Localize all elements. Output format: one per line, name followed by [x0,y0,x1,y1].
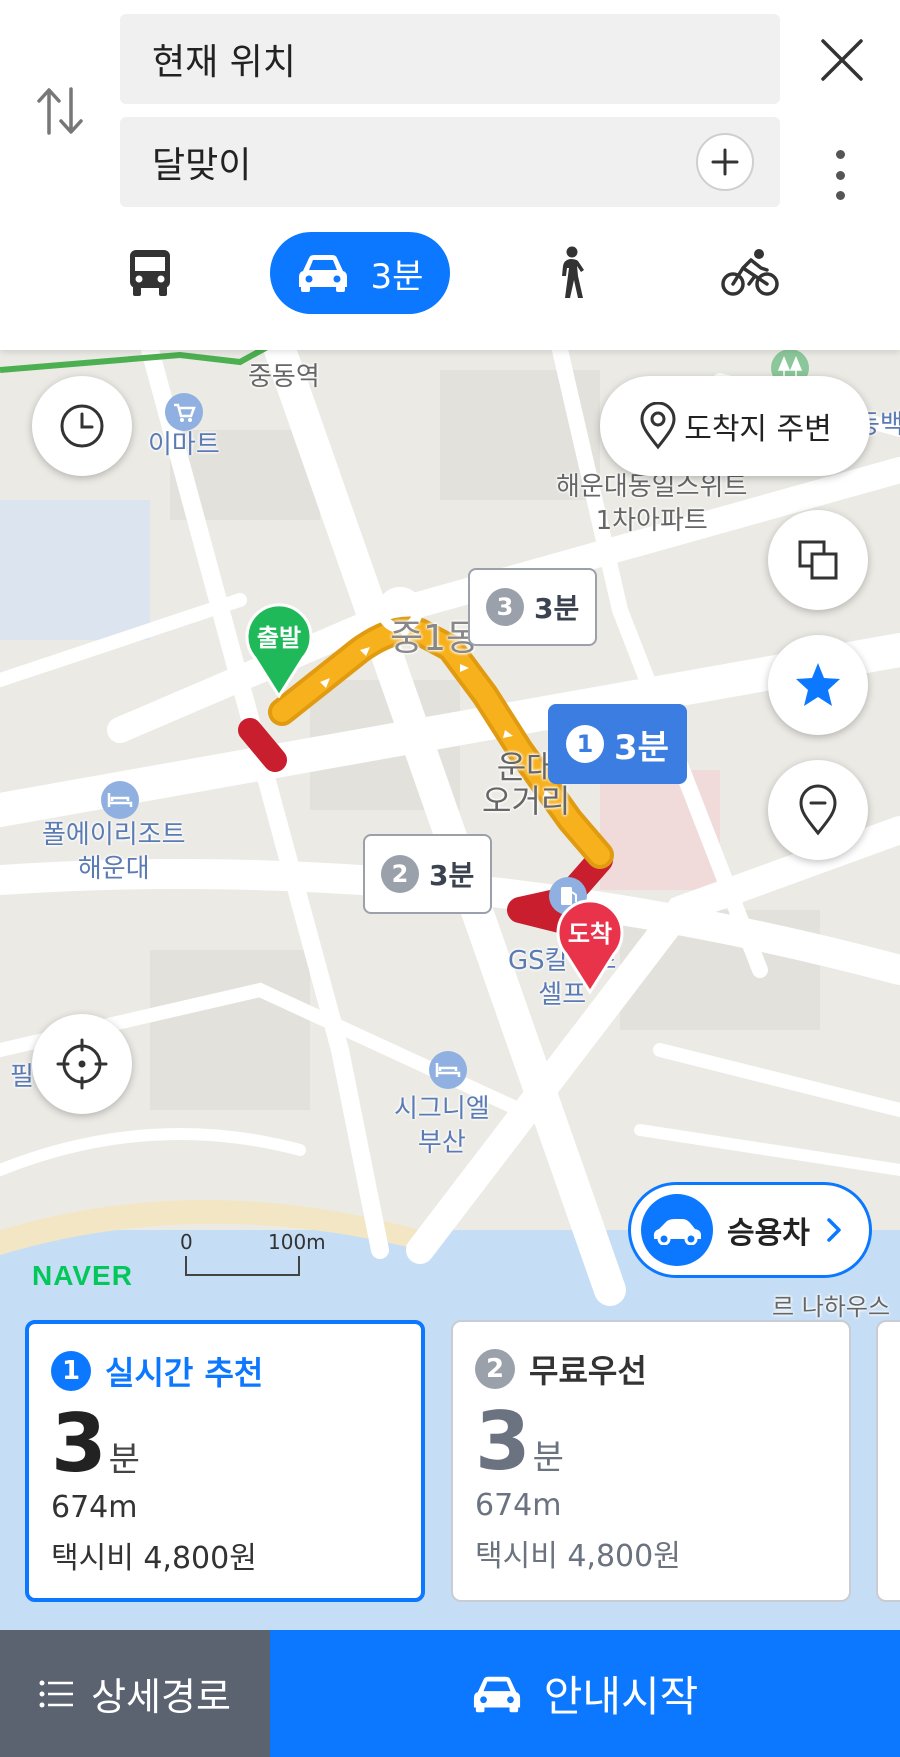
walking-icon [562,246,584,298]
route-taxi-fare: 택시비 4,800원 [475,1539,681,1574]
route-card-1[interactable]: 1 실시간 추천 3 분 674m 택시비 4,800원 [25,1320,425,1602]
route-bubble-time: 3분 [534,592,580,625]
route-time-unit: 분 [532,1438,564,1478]
route-number-badge: 3 [486,588,524,626]
more-options-button[interactable] [820,140,860,210]
start-pin-label: 출발 [256,624,302,652]
hotel-icon [429,1051,467,1089]
route-number-badge: 2 [475,1349,515,1389]
vehicle-type-label: 승용차 [727,1216,810,1251]
route-card-2[interactable]: 2 무료우선 3 분 674m 택시비 4,800원 [451,1320,851,1602]
crosshair-icon [56,1038,108,1090]
near-destination-button[interactable]: 도착지 주변 [600,376,870,476]
scale-zero: 0 [180,1230,193,1254]
vehicle-type-button[interactable]: 승용차 [628,1182,872,1278]
map-label-hotel: 시그니엘 부산 [394,1094,490,1158]
end-pin-label: 도착 [567,920,613,948]
destination-input[interactable]: 달맞이 [120,117,780,207]
layers-button[interactable] [768,510,868,610]
car-icon [473,1676,520,1712]
route-number-badge: 2 [381,855,419,893]
swap-arrows-icon [37,87,83,135]
map-label-edge-bottom: 르 나하우스 [772,1293,891,1320]
end-pin[interactable]: 도착 [554,898,626,998]
route-time-unit: 분 [108,1440,140,1480]
route-search-header: 현재 위치 달맞이 3분 [0,0,900,350]
start-navigation-label: 안내시작 [543,1672,699,1721]
add-waypoint-button[interactable] [696,133,754,191]
dot-icon [835,191,845,200]
route-title: 무료우선 [529,1352,647,1390]
close-button[interactable] [812,30,872,90]
map-label-edge-left: 필 [10,1062,34,1092]
chevron-right-icon [827,1218,841,1242]
bicycle-icon [721,249,779,296]
plus-icon [711,148,739,176]
route-number-badge: 1 [51,1351,91,1391]
map-label-emart: 이마트 [148,430,220,460]
car-icon [653,1219,701,1245]
route-card-3-partial[interactable] [876,1320,900,1602]
start-pin[interactable]: 출발 [243,602,315,702]
close-icon [821,39,863,81]
layers-icon [798,540,838,580]
route-cards: 1 실시간 추천 3 분 674m 택시비 4,800원 2 무료우선 3 분 … [0,1320,900,1630]
clock-icon [60,404,104,448]
route-number-badge: 1 [566,725,604,763]
map-label-station: 중동역 [248,362,320,392]
start-navigation-button[interactable]: 안내시작 [270,1630,900,1757]
remove-waypoint-button[interactable] [768,760,868,860]
tab-car[interactable]: 3분 [270,232,450,314]
route-bubble-time: 3분 [429,859,475,892]
map-label-apartment: 해운대동일스위트 1차아파트 [556,472,748,536]
route-distance: 674m [51,1490,138,1525]
map-scale-bar [185,1256,300,1276]
departure-time-button[interactable] [32,376,132,476]
car-icon [298,255,347,292]
naver-logo: NAVER [32,1260,133,1291]
near-destination-label: 도착지 주변 [684,412,832,447]
dot-icon [835,170,845,180]
swap-route-button[interactable] [30,78,90,144]
list-icon [39,1680,74,1707]
route-bubble-3[interactable]: 3 3분 [468,568,598,646]
route-taxi-fare: 택시비 4,800원 [51,1541,257,1576]
route-detail-button[interactable]: 상세경로 [0,1630,270,1757]
tab-bike[interactable] [710,232,790,314]
favorite-button[interactable] [768,635,868,735]
bottom-action-bar: 상세경로 안내시작 [0,1630,900,1757]
route-detail-label: 상세경로 [91,1675,231,1719]
map-label-resort: 폴에이리조트 해운대 [42,820,186,884]
route-bubble-time: 3분 [614,727,669,768]
route-title: 실시간 추천 [105,1354,264,1392]
tab-walk[interactable] [530,232,610,314]
current-location-button[interactable] [32,1014,132,1114]
scale-distance: 100m [268,1230,326,1254]
route-bubble-2[interactable]: 2 3분 [363,834,493,914]
route-distance: 674m [475,1488,562,1523]
dot-icon [835,150,845,159]
origin-input[interactable]: 현재 위치 [120,14,780,104]
location-pin-icon [640,402,676,450]
location-minus-icon [799,784,837,836]
route-time: 3 [51,1397,107,1490]
origin-text: 현재 위치 [152,42,296,83]
route-bubble-1[interactable]: 1 3분 [548,704,687,784]
vehicle-icon-circle [641,1194,713,1266]
route-map[interactable]: 중동역 이마트 해운대동일스위트 1차아파트 중1동 운대 오거리 폴에이리조트… [0,350,900,1320]
bus-icon [130,250,170,296]
star-icon [796,663,840,706]
shopping-cart-icon [165,393,203,431]
car-duration: 3분 [370,256,424,297]
hotel-icon [101,781,139,819]
map-label-district: 중1동 [390,618,480,659]
tab-transit[interactable] [110,232,190,314]
route-time: 3 [475,1395,531,1488]
destination-text: 달맞이 [152,145,252,186]
